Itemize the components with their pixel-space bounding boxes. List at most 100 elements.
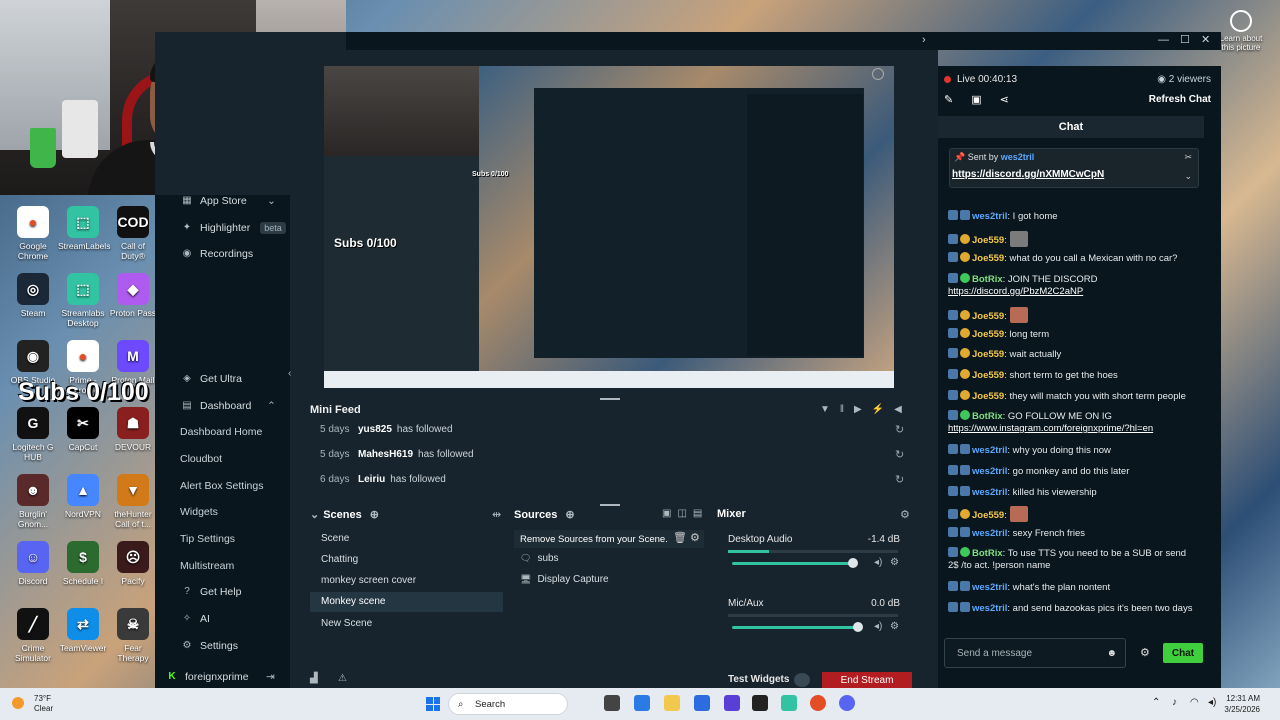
- chat-username[interactable]: wes2tril: [972, 445, 1007, 456]
- track-gear-icon[interactable]: ⚙: [890, 557, 899, 568]
- volume-knob[interactable]: [848, 558, 858, 568]
- terminal-icon[interactable]: [752, 695, 768, 711]
- sidebar-item-dashboard[interactable]: ▤ Dashboard ⌃: [180, 400, 276, 412]
- taskbar-search[interactable]: ⌕ Search: [448, 693, 568, 715]
- sidebar-item-ai[interactable]: ✧ AI: [180, 613, 210, 625]
- task-view-icon[interactable]: [604, 695, 620, 711]
- desktop-icon[interactable]: ⬚ StreamLabels: [58, 206, 110, 251]
- desktop-icon[interactable]: ⬚ Streamlabs Desktop: [58, 273, 108, 328]
- source-item[interactable]: 🖥 Display Capture: [520, 574, 609, 585]
- preview-close-icon[interactable]: [872, 68, 884, 80]
- volume-slider[interactable]: [732, 562, 852, 565]
- desktop-icon[interactable]: ☺ Discord: [8, 541, 58, 586]
- chat-username[interactable]: Joe559: [972, 349, 1004, 360]
- mic-icon[interactable]: ♪: [1172, 697, 1177, 708]
- source-gear-icon[interactable]: ⚙: [690, 531, 700, 544]
- chat-username[interactable]: Joe559: [972, 253, 1004, 264]
- track-gear-icon[interactable]: ⚙: [890, 621, 899, 632]
- mute-icon[interactable]: ◂): [874, 621, 882, 632]
- desktop-icon[interactable]: ╱ Crime Simulator: [8, 608, 58, 663]
- discord-icon[interactable]: [839, 695, 855, 711]
- chat-username[interactable]: Joe559: [972, 311, 1004, 322]
- sidebar-item-app-store[interactable]: ▦ App Store ⌄: [180, 195, 276, 207]
- source-item[interactable]: 🗨 subs: [520, 553, 559, 564]
- replay-icon[interactable]: ↻: [895, 473, 904, 486]
- trash-icon[interactable]: 🗑: [673, 531, 687, 544]
- close-icon[interactable]: ✕: [1201, 33, 1210, 46]
- stats-icon[interactable]: ▟: [310, 673, 318, 684]
- chat-username[interactable]: BotRix: [972, 274, 1003, 285]
- chat-username[interactable]: Joe559: [972, 370, 1004, 381]
- file-explorer-icon[interactable]: [664, 695, 680, 711]
- replay-icon[interactable]: ↻: [895, 423, 904, 436]
- scene-item[interactable]: Chatting: [310, 549, 503, 569]
- app-icon[interactable]: [724, 695, 740, 711]
- stream-preview[interactable]: Subs 0/100 Subs 0/100: [324, 66, 894, 388]
- desktop-icon[interactable]: ◆ Proton Pass: [108, 273, 158, 318]
- alert-icon[interactable]: ⚠: [338, 673, 347, 684]
- desktop-icon[interactable]: ⇄ TeamViewer: [58, 608, 108, 653]
- collapse-sidebar-icon[interactable]: ‹: [288, 368, 291, 379]
- sidebar-item-tip-settings[interactable]: Tip Settings: [180, 533, 235, 545]
- chat-username[interactable]: wes2tril: [972, 528, 1007, 539]
- mute-icon[interactable]: ◂): [874, 557, 882, 568]
- chat-username[interactable]: wes2tril: [972, 487, 1007, 498]
- collapse-chat-icon[interactable]: ›: [922, 34, 926, 46]
- scene-item[interactable]: New Scene: [310, 613, 503, 633]
- desktop-icon[interactable]: COD Call of Duty®: [108, 206, 158, 261]
- copilot-icon[interactable]: [634, 695, 650, 711]
- logout-icon[interactable]: ⇥: [266, 671, 275, 683]
- desktop-icon[interactable]: ▲ NordVPN: [58, 474, 108, 519]
- minimize-icon[interactable]: —: [1158, 34, 1169, 46]
- end-stream-button[interactable]: End Stream: [822, 672, 912, 688]
- chat-username[interactable]: wes2tril: [972, 211, 1007, 222]
- wifi-icon[interactable]: ◠: [1190, 697, 1199, 708]
- sidebar-item-get-help[interactable]: ? Get Help: [180, 586, 241, 598]
- chat-link[interactable]: https://discord.gg/PbzM2C2aNP: [948, 286, 1083, 297]
- test-widgets-button[interactable]: Test Widgets: [728, 674, 789, 685]
- chrome-icon[interactable]: [810, 695, 826, 711]
- chat-input[interactable]: Send a message ☻: [944, 638, 1126, 668]
- desktop-icon[interactable]: ☻ Burglin' Gnom...: [8, 474, 58, 529]
- desktop-icon[interactable]: ☹ Pacify: [108, 541, 158, 586]
- weather-widget[interactable]: 73°F Clear: [12, 694, 53, 714]
- desktop-icon[interactable]: ● Google Chrome: [8, 206, 58, 261]
- chat-username[interactable]: wes2tril: [972, 466, 1007, 477]
- sidebar-item-dashboard-home[interactable]: Dashboard Home: [180, 426, 262, 438]
- sidebar-item-widgets[interactable]: Widgets: [180, 506, 218, 518]
- streamlabs-icon[interactable]: [781, 695, 797, 711]
- chat-username[interactable]: wes2tril: [972, 582, 1007, 593]
- sources-toolbar[interactable]: ▣◫▤: [662, 508, 708, 519]
- pinned-link[interactable]: https://discord.gg/nXMMCwCpN: [952, 169, 1104, 180]
- desktop-icon[interactable]: $ Schedule I: [58, 541, 108, 586]
- resize-handle-2[interactable]: [600, 504, 620, 506]
- chat-link[interactable]: https://www.instagram.com/foreignxprime/…: [948, 423, 1153, 434]
- store-icon[interactable]: [694, 695, 710, 711]
- sidebar-item-cloudbot[interactable]: Cloudbot: [180, 453, 222, 465]
- emoji-icon[interactable]: ☻: [1106, 648, 1117, 659]
- chat-username[interactable]: BotRix: [972, 548, 1003, 559]
- volume-slider[interactable]: [732, 626, 857, 629]
- sidebar-item-highlighter[interactable]: ✦ Highlighter beta: [180, 222, 286, 234]
- windows-start-icon[interactable]: [426, 697, 440, 711]
- sidebar-item-settings[interactable]: ⚙ Settings: [180, 640, 238, 652]
- chat-tab[interactable]: Chat: [938, 116, 1204, 138]
- sidebar-user[interactable]: Kforeignxprime ⇥: [165, 671, 274, 683]
- scene-transition-icon[interactable]: ⇹: [492, 508, 501, 521]
- desktop-icon[interactable]: G Logitech G HUB: [8, 407, 58, 462]
- desktop-icon[interactable]: ✂ CapCut: [58, 407, 108, 452]
- chevron-down-icon[interactable]: ⌄: [1184, 171, 1192, 182]
- sidebar-item-recordings[interactable]: ◉ Recordings: [180, 248, 254, 260]
- desktop-icon[interactable]: ▼ theHunter Call of t...: [108, 474, 158, 529]
- chat-username[interactable]: BotRix: [972, 411, 1003, 422]
- scene-item[interactable]: Scene: [310, 528, 503, 548]
- chat-tools[interactable]: ✎▣⋖: [944, 93, 1027, 106]
- learn-about-picture[interactable]: Learn about this picture: [1216, 10, 1266, 52]
- tray-chevron-icon[interactable]: ⌃: [1152, 697, 1160, 708]
- replay-icon[interactable]: ↻: [895, 448, 904, 461]
- desktop-icon[interactable]: ☗ DEVOUR: [108, 407, 158, 452]
- scene-item[interactable]: Monkey scene: [310, 591, 503, 612]
- add-scene-icon[interactable]: ⊕: [370, 509, 379, 521]
- chat-username[interactable]: Joe559: [972, 510, 1004, 521]
- chat-settings-icon[interactable]: ⚙: [1140, 646, 1150, 659]
